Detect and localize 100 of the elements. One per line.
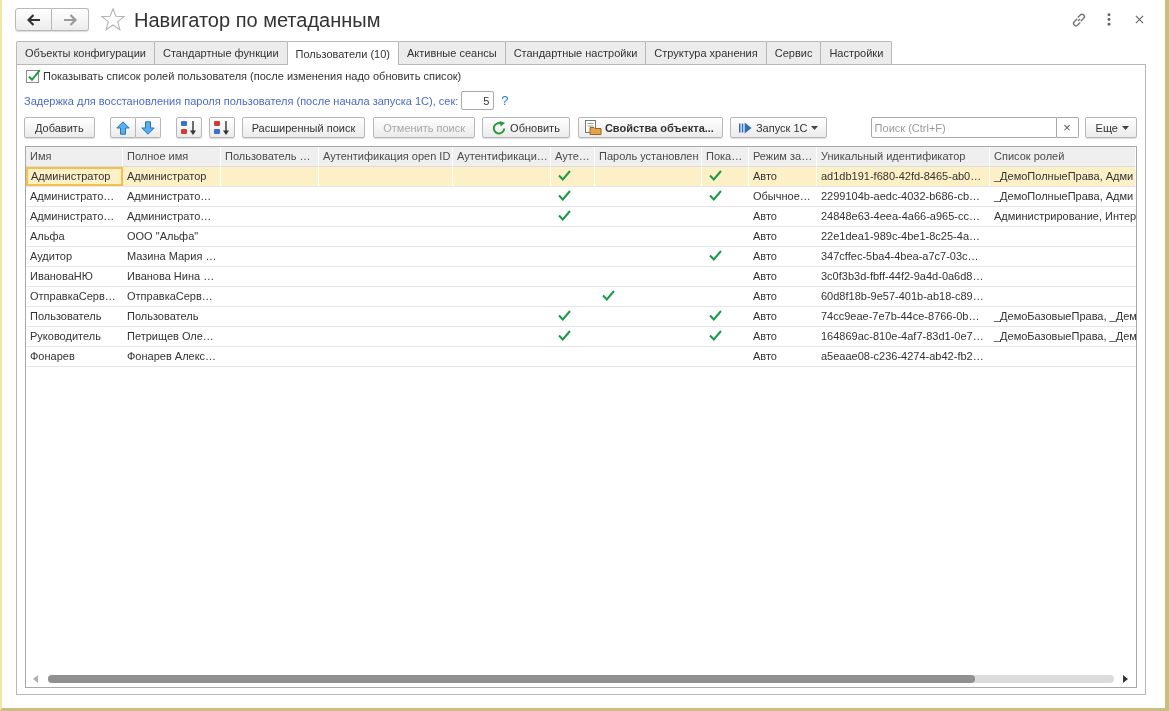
- table-cell-text: ОтправкаСерв…: [126, 289, 214, 304]
- caret-icon: [1122, 125, 1129, 130]
- column-header[interactable]: Режим за…: [749, 147, 817, 167]
- table-row[interactable]: Администрато… Администрато… Авто 24848e63-4eea-4a66-a965-cc… Администрирование, Интер: [26, 207, 1136, 227]
- table-cell-text: 347cffec-5ba4-4bea-a7c7-03c…: [820, 249, 980, 264]
- table-cell-text: Администрирование, Интер: [993, 209, 1136, 224]
- table-row[interactable]: Пользователь Пользователь Авто 74cc9eae-7e7b-44ce-8766-0b… _ДемоБазовыеПрава, _Дем: [26, 307, 1136, 327]
- tab[interactable]: Пользователи (10): [286, 41, 399, 65]
- table-cell-text: 24848e63-4eea-4a66-a965-cc…: [820, 209, 981, 224]
- document-folder-icon: [583, 120, 602, 135]
- checkbox[interactable]: [26, 68, 41, 84]
- table-cell-text: Администрато…: [29, 209, 116, 224]
- column-header[interactable]: Пока…: [702, 147, 749, 167]
- column-header[interactable]: Пользователь …: [221, 147, 319, 167]
- column-header[interactable]: Аутентификаци…: [453, 147, 551, 167]
- clear-search-button[interactable]: ×: [1056, 117, 1079, 138]
- table-cell-text: Фонарев: [29, 349, 76, 364]
- table-cell-text: Авто: [752, 289, 778, 304]
- table-cell-text: Руководитель: [29, 329, 102, 344]
- refresh-icon: [492, 120, 507, 135]
- table-cell-text: Авто: [752, 229, 778, 244]
- column-header[interactable]: Список ролей: [990, 147, 1136, 167]
- move-down-button[interactable]: [135, 117, 161, 138]
- column-header[interactable]: Полное имя: [123, 147, 221, 167]
- tab[interactable]: Настройки: [820, 41, 893, 64]
- table-cell-text: Авто: [752, 309, 778, 324]
- table-cell-text: 22e1dea1-989c-4be1-8c25-4a…: [820, 229, 981, 244]
- tab[interactable]: Объекты конфигурации: [16, 41, 155, 64]
- table-cell-text: 3c0f3b3d-fbff-44f2-9a4d-0a6d8…: [820, 269, 985, 284]
- more-icon[interactable]: [1107, 13, 1111, 26]
- table-cell-text: 74cc9eae-7e7b-44ce-8766-0b…: [820, 309, 981, 324]
- table-row[interactable]: Администрато… Администрато… Обычное… 2299104b-aedc-4032-b686-cb… _ДемоПолныеПрава, Адми: [26, 187, 1136, 207]
- launch-button[interactable]: Запуск 1С: [729, 117, 828, 138]
- help-link[interactable]: ?: [501, 93, 509, 108]
- table-cell-text: Обычное…: [752, 189, 812, 204]
- table-cell-text: Авто: [752, 349, 778, 364]
- table-cell-text: _ДемоПолныеПрава, Адми: [993, 189, 1135, 204]
- table-cell-text: Иванова Нина …: [126, 269, 216, 284]
- window-title: Навигатор по метаданным: [134, 7, 381, 32]
- move-up-button[interactable]: [109, 117, 136, 138]
- table-cell-text: Авто: [752, 269, 778, 284]
- column-header[interactable]: Пароль установлен: [595, 147, 702, 167]
- table-cell-text: Администрато…: [126, 209, 213, 224]
- delay-label: Задержка для восстановления пароля пользователя (после начала запуска 1С), сек:: [24, 94, 459, 107]
- link-icon[interactable]: [1071, 11, 1087, 28]
- launch-icon: [738, 121, 752, 134]
- sort-descending-button[interactable]: [208, 117, 235, 138]
- table-row[interactable]: Администратор Администратор Авто ad1db191-f680-42fd-8465-ab0… _ДемоПолныеПрава, Адми: [26, 167, 1136, 187]
- table-row[interactable]: Аудитор Мазина Мария … Авто 347cffec-5ba4-4bea-a7c7-03c…: [26, 247, 1136, 267]
- table-cell-text: Авто: [752, 329, 778, 344]
- scroll-right-arrow-icon[interactable]: [1123, 675, 1128, 683]
- table-cell: ad1db191-f680-42fd-8465-ab0…: [817, 167, 990, 186]
- star-icon[interactable]: [101, 8, 125, 31]
- column-header[interactable]: Аутентификация open ID: [319, 147, 453, 167]
- table-cell-text: Авто: [752, 249, 778, 264]
- sort-ascending-button[interactable]: [175, 117, 202, 138]
- up-arrow-icon: [115, 120, 130, 135]
- table-cell-text: Администрато…: [126, 189, 213, 204]
- table-cell-text: 60d8f18b-9e57-401b-ab18-c89…: [820, 289, 985, 304]
- table-cell-text: ООО "Альфа": [126, 229, 200, 244]
- refresh-button[interactable]: Обновить: [482, 117, 570, 138]
- down-arrow-icon: [140, 120, 155, 135]
- add-button[interactable]: Добавить: [24, 117, 95, 138]
- table-row[interactable]: Альфа ООО "Альфа" Авто 22e1dea1-989c-4be1-8c25-4a…: [26, 227, 1136, 247]
- tab[interactable]: Сервис: [765, 41, 822, 64]
- table-cell: Администратор: [123, 167, 221, 186]
- table-row[interactable]: ОтправкаСерв… ОтправкаСерв… Авто 60d8f18b-9e57-401b-ab18-c89…: [26, 287, 1136, 307]
- table-cell-text: a5eaae08-c236-4274-ab42-fb2…: [820, 349, 985, 364]
- table-cell-text: Альфа: [29, 229, 66, 244]
- table-cell-text: ИвановаНЮ: [29, 269, 94, 284]
- right-arrow-icon: [63, 13, 77, 26]
- tab[interactable]: Стандартные настройки: [504, 41, 647, 64]
- sort-icon: [212, 119, 231, 136]
- advanced-search-button[interactable]: Расширенный поиск: [241, 117, 366, 138]
- delay-field[interactable]: 5: [461, 91, 495, 110]
- column-header[interactable]: Уникальный идентификатор: [817, 147, 990, 167]
- table-cell-text: 2299104b-aedc-4032-b686-cb…: [820, 189, 981, 204]
- column-header[interactable]: Имя: [26, 147, 123, 167]
- more-button[interactable]: Еще: [1084, 117, 1137, 138]
- back-button[interactable]: [15, 8, 52, 31]
- table-cell: Администратор: [26, 167, 123, 186]
- properties-button[interactable]: Свойства объекта...: [577, 117, 723, 138]
- tab[interactable]: Структура хранения: [645, 41, 767, 64]
- table-cell-text: _ДемоБазовыеПрава, _Дем: [993, 309, 1136, 324]
- table-cell-text: Аудитор: [29, 249, 74, 264]
- column-header[interactable]: Ауте…: [551, 147, 595, 167]
- table-row[interactable]: Фонарев Фонарев Алекс… Авто a5eaae08-c236-4274-ab42-fb2…: [26, 347, 1136, 367]
- tab[interactable]: Стандартные функции: [153, 41, 288, 64]
- left-arrow-icon: [26, 13, 41, 26]
- table-cell-text: Мазина Мария …: [126, 249, 218, 264]
- table-row[interactable]: ИвановаНЮ Иванова Нина … Авто 3c0f3b3d-fbff-44f2-9a4d-0a6d8…: [26, 267, 1136, 287]
- table-row[interactable]: Руководитель Петрищев Оле… Авто 164869ac-810e-4af7-83d1-0e7… _ДемоБазовыеПрава, _Дем: [26, 327, 1136, 347]
- table-cell: Авто: [749, 167, 817, 186]
- tab[interactable]: Активные сеансы: [397, 41, 506, 64]
- table-cell-text: Пользователь: [126, 309, 200, 324]
- search-field[interactable]: Поиск (Ctrl+F): [870, 117, 1057, 138]
- close-icon[interactable]: [1135, 15, 1144, 24]
- table-cell-text: Авто: [752, 209, 778, 224]
- table-cell-text: Фонарев Алекс…: [126, 349, 218, 364]
- table-cell-text: Петрищев Оле…: [126, 329, 215, 344]
